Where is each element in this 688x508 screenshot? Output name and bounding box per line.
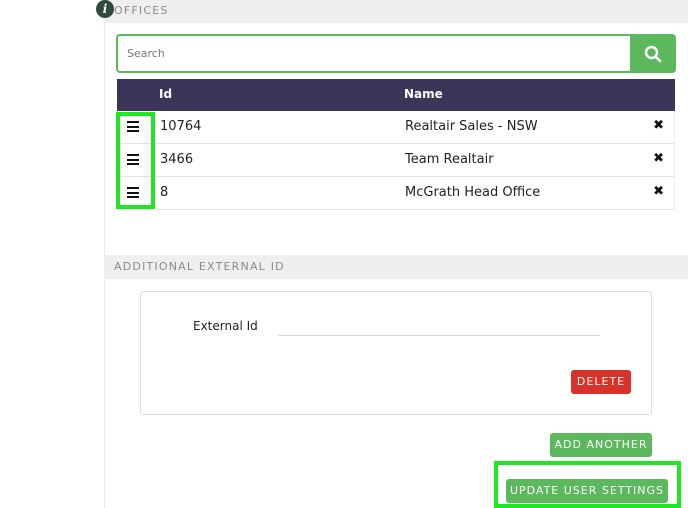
offices-section-header: OFFICES [104,0,688,23]
drag-handle-icon[interactable] [127,154,139,165]
left-blank-area [0,0,104,508]
office-id: 10764 [160,119,202,134]
table-row: 3466 Team Realtair ✖ [117,144,675,177]
column-header-id: Id [159,87,173,101]
external-id-section-header: ADDITIONAL EXTERNAL ID [104,255,688,279]
table-header: Id Name [117,79,675,111]
office-name: McGrath Head Office [405,185,541,200]
drag-handle-icon[interactable] [127,121,139,132]
table-row: 10764 Realtair Sales - NSW ✖ [117,111,675,144]
office-name: Realtair Sales - NSW [405,119,538,134]
add-another-button[interactable]: ADD ANOTHER [550,433,652,457]
office-id: 8 [160,185,169,200]
remove-office-icon[interactable]: ✖ [653,184,664,199]
offices-table: Id Name 10764 Realtair Sales - NSW ✖ 346… [117,79,675,210]
search-input[interactable] [116,34,632,73]
drag-handle-icon[interactable] [127,187,139,198]
info-icon[interactable]: i [96,0,114,18]
table-row: 8 McGrath Head Office ✖ [117,177,675,210]
external-id-input[interactable] [278,320,600,336]
column-header-name: Name [404,87,443,101]
external-id-card: External Id DELETE [140,291,652,415]
user-settings-panel [104,0,688,508]
office-id: 3466 [160,152,194,167]
search-icon [644,45,662,62]
office-name: Team Realtair [405,152,494,167]
delete-button[interactable]: DELETE [571,370,631,394]
external-id-label: External Id [193,319,258,333]
search-button[interactable] [630,34,676,73]
remove-office-icon[interactable]: ✖ [653,118,664,133]
remove-office-icon[interactable]: ✖ [653,151,664,166]
update-user-settings-button[interactable]: UPDATE USER SETTINGS [506,479,668,503]
office-search [116,34,676,73]
